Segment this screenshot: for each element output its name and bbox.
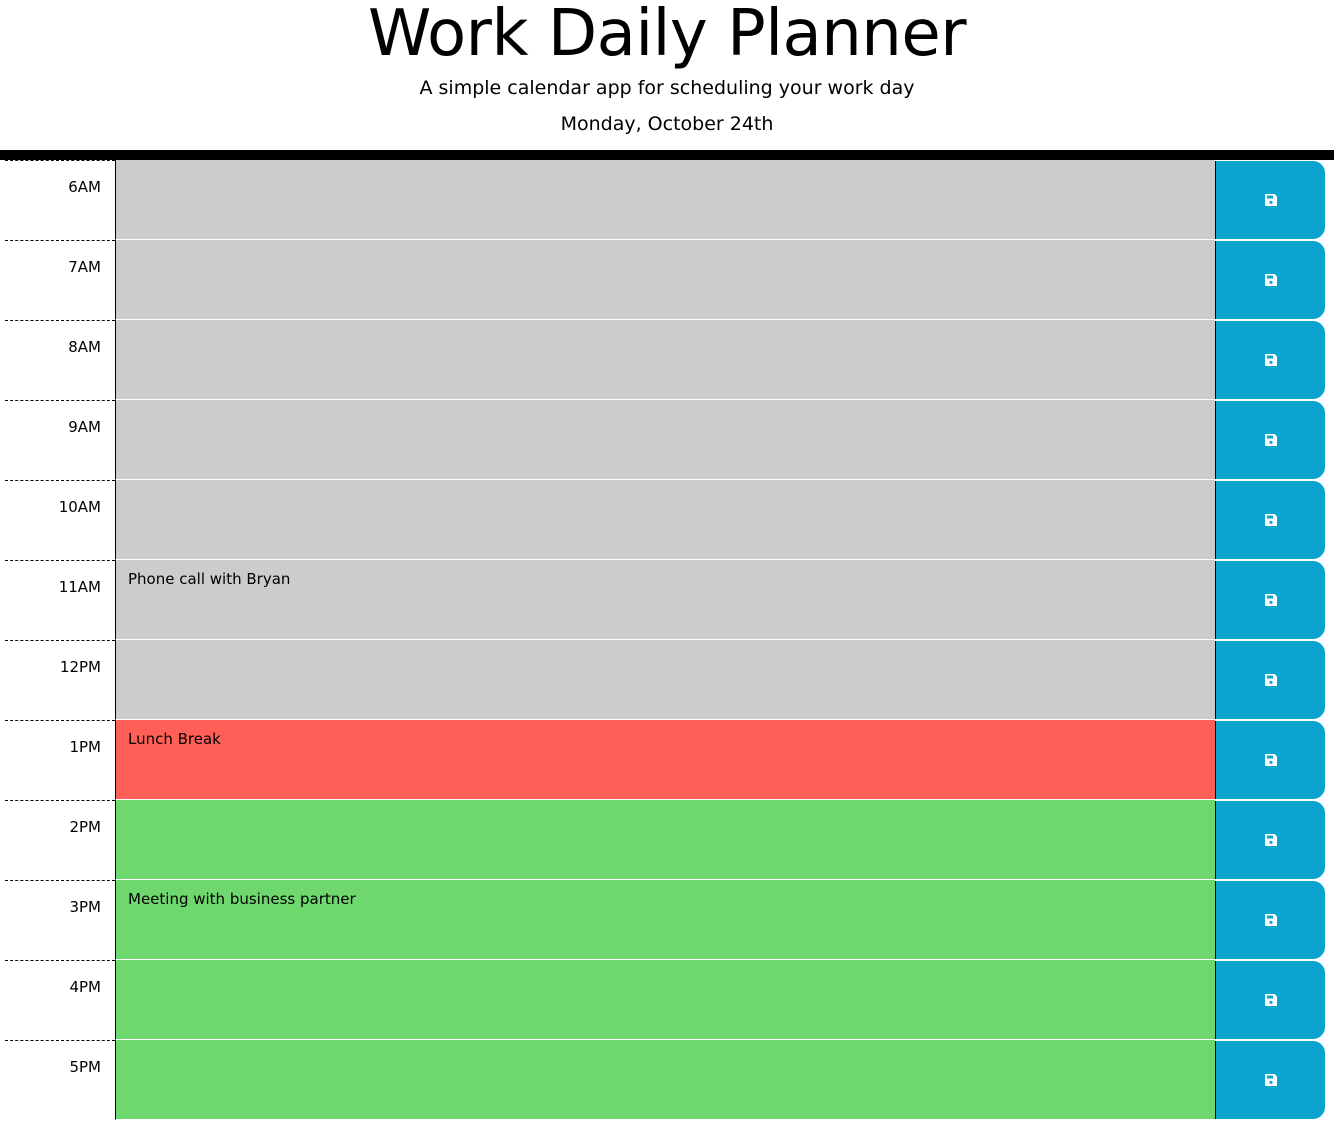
floppy-disk-icon bbox=[1264, 433, 1278, 447]
floppy-disk-icon bbox=[1264, 913, 1278, 927]
hour-label: 11AM bbox=[58, 578, 101, 596]
hour-label: 2PM bbox=[69, 818, 101, 836]
header-divider bbox=[0, 150, 1334, 160]
event-description[interactable] bbox=[115, 800, 1215, 880]
time-block-1pm: 1PM Lunch Break bbox=[0, 720, 1334, 800]
hour-label: 5PM bbox=[69, 1058, 101, 1076]
hour-cell: 10AM bbox=[5, 480, 115, 559]
save-button[interactable] bbox=[1215, 721, 1325, 799]
event-description[interactable] bbox=[115, 160, 1215, 240]
hour-label: 1PM bbox=[69, 738, 101, 756]
save-button[interactable] bbox=[1215, 321, 1325, 399]
hour-label: 9AM bbox=[68, 418, 101, 436]
hour-label: 8AM bbox=[68, 338, 101, 356]
event-description[interactable] bbox=[115, 640, 1215, 720]
hour-cell: 12PM bbox=[5, 640, 115, 719]
hour-cell: 8AM bbox=[5, 320, 115, 399]
hour-label: 3PM bbox=[69, 898, 101, 916]
hour-cell: 2PM bbox=[5, 800, 115, 879]
current-day: Monday, October 24th bbox=[560, 113, 774, 135]
hour-cell: 6AM bbox=[5, 160, 115, 239]
floppy-disk-icon bbox=[1264, 193, 1278, 207]
save-button[interactable] bbox=[1215, 561, 1325, 639]
event-description[interactable] bbox=[115, 400, 1215, 480]
save-button[interactable] bbox=[1215, 1041, 1325, 1119]
hour-cell: 1PM bbox=[5, 720, 115, 799]
time-block-12pm: 12PM bbox=[0, 640, 1334, 720]
event-description[interactable] bbox=[115, 960, 1215, 1040]
floppy-disk-icon bbox=[1264, 673, 1278, 687]
event-description[interactable] bbox=[115, 240, 1215, 320]
time-block-list: 6AM 7AM 8AM 9AM 10AM 11AM Phone call wit… bbox=[0, 160, 1334, 1120]
floppy-disk-icon bbox=[1264, 833, 1278, 847]
event-description[interactable] bbox=[115, 320, 1215, 400]
floppy-disk-icon bbox=[1264, 273, 1278, 287]
hour-label: 4PM bbox=[69, 978, 101, 996]
time-block-6am: 6AM bbox=[0, 160, 1334, 240]
save-button[interactable] bbox=[1215, 161, 1325, 239]
time-block-8am: 8AM bbox=[0, 320, 1334, 400]
floppy-disk-icon bbox=[1264, 353, 1278, 367]
time-block-7am: 7AM bbox=[0, 240, 1334, 320]
hour-cell: 9AM bbox=[5, 400, 115, 479]
save-button[interactable] bbox=[1215, 401, 1325, 479]
hour-cell: 5PM bbox=[5, 1040, 115, 1119]
save-button[interactable] bbox=[1215, 801, 1325, 879]
floppy-disk-icon bbox=[1264, 593, 1278, 607]
save-button[interactable] bbox=[1215, 961, 1325, 1039]
floppy-disk-icon bbox=[1264, 993, 1278, 1007]
time-block-4pm: 4PM bbox=[0, 960, 1334, 1040]
save-button[interactable] bbox=[1215, 241, 1325, 319]
hour-cell: 3PM bbox=[5, 880, 115, 959]
hour-label: 7AM bbox=[68, 258, 101, 276]
page-subtitle: A simple calendar app for scheduling you… bbox=[419, 77, 915, 99]
time-block-11am: 11AM Phone call with Bryan bbox=[0, 560, 1334, 640]
floppy-disk-icon bbox=[1264, 1073, 1278, 1087]
time-block-2pm: 2PM bbox=[0, 800, 1334, 880]
save-button[interactable] bbox=[1215, 481, 1325, 559]
event-description[interactable] bbox=[115, 1040, 1215, 1120]
event-description[interactable] bbox=[115, 480, 1215, 560]
hour-cell: 4PM bbox=[5, 960, 115, 1039]
time-block-9am: 9AM bbox=[0, 400, 1334, 480]
time-block-3pm: 3PM Meeting with business partner bbox=[0, 880, 1334, 960]
hour-label: 12PM bbox=[59, 658, 101, 676]
event-description[interactable]: Meeting with business partner bbox=[115, 880, 1215, 960]
hour-label: 6AM bbox=[68, 178, 101, 196]
save-button[interactable] bbox=[1215, 881, 1325, 959]
planner-header: Work Daily Planner A simple calendar app… bbox=[0, 0, 1334, 160]
event-description[interactable]: Phone call with Bryan bbox=[115, 560, 1215, 640]
hour-label: 10AM bbox=[58, 498, 101, 516]
hour-cell: 11AM bbox=[5, 560, 115, 639]
time-block-10am: 10AM bbox=[0, 480, 1334, 560]
event-description[interactable]: Lunch Break bbox=[115, 720, 1215, 800]
page-title: Work Daily Planner bbox=[367, 0, 967, 71]
time-block-5pm: 5PM bbox=[0, 1040, 1334, 1120]
save-button[interactable] bbox=[1215, 641, 1325, 719]
floppy-disk-icon bbox=[1264, 753, 1278, 767]
hour-cell: 7AM bbox=[5, 240, 115, 319]
floppy-disk-icon bbox=[1264, 513, 1278, 527]
